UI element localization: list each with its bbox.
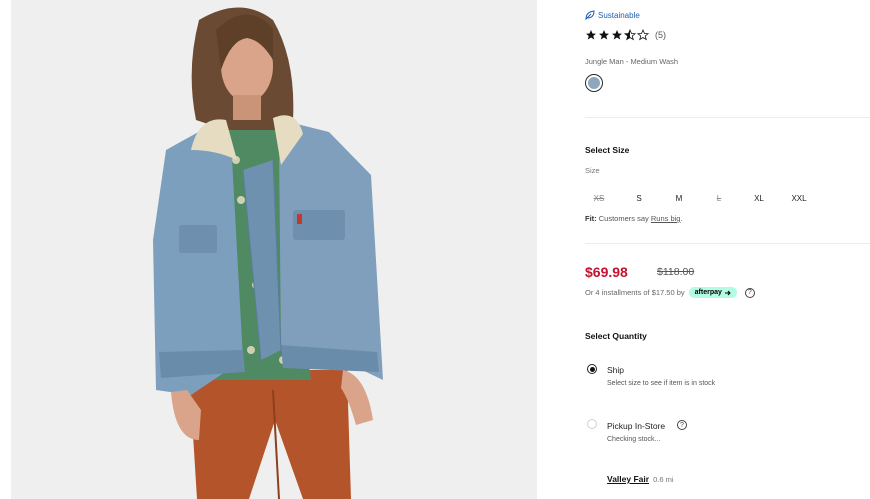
rating[interactable]: (5)	[585, 29, 666, 41]
color-name: Jungle Man - Medium Wash	[585, 57, 679, 66]
size-option-xl[interactable]: XL	[744, 194, 774, 203]
pickup-subtext: Checking stock...	[607, 436, 661, 443]
select-quantity-title: Select Quantity	[585, 331, 647, 341]
runs-big-link[interactable]: Runs big	[651, 214, 681, 223]
size-option-m[interactable]: M	[664, 194, 694, 203]
fit-note: Fit: Customers say Runs big.	[585, 214, 683, 223]
product-image[interactable]	[11, 0, 537, 499]
afterpay-label: afterpay	[694, 289, 722, 296]
store-distance: 0.6 mi	[653, 475, 674, 484]
original-price: $118.00	[657, 266, 695, 278]
star-full-icon	[586, 30, 596, 40]
size-label: Size	[585, 166, 600, 175]
leaf-icon	[585, 10, 595, 20]
star-full-icon	[612, 30, 622, 40]
select-size-title: Select Size	[585, 145, 630, 155]
product-details-panel: Sustainable (5) Jungle Man - Medium Wash…	[585, 0, 870, 499]
afterpay-arrows-icon	[724, 290, 731, 295]
star-half-icon	[624, 29, 636, 41]
color-swatch[interactable]	[585, 74, 603, 92]
size-option-s[interactable]: S	[624, 194, 654, 203]
store-info: Valley Fair 0.6 mi	[607, 469, 674, 487]
pickup-help-icon[interactable]: ?	[677, 420, 687, 430]
pickup-label[interactable]: Pickup In-Store	[607, 421, 665, 431]
review-count[interactable]: (5)	[655, 30, 666, 40]
installments-text: Or 4 installments of $17.50 by	[585, 288, 685, 297]
installments-note: Or 4 installments of $17.50 by afterpay …	[585, 287, 755, 298]
ship-subtext: Select size to see if item is in stock	[607, 380, 716, 387]
sale-price: $69.98	[585, 264, 628, 280]
ship-radio[interactable]	[587, 364, 597, 374]
afterpay-logo[interactable]: afterpay	[688, 287, 737, 298]
star-empty-icon	[637, 29, 649, 41]
sustainable-badge[interactable]: Sustainable	[585, 10, 640, 20]
sustainable-label: Sustainable	[598, 10, 640, 20]
size-option-xs[interactable]: XS	[584, 194, 614, 203]
help-icon[interactable]: ?	[744, 287, 755, 298]
fit-text: Customers say	[598, 214, 649, 223]
store-link[interactable]: Valley Fair	[607, 474, 649, 484]
divider	[585, 243, 870, 244]
pickup-radio[interactable]	[587, 419, 597, 429]
product-photo	[11, 0, 537, 499]
ship-label[interactable]: Ship	[607, 365, 624, 375]
fit-suffix: .	[680, 214, 683, 223]
color-swatch-fill	[588, 77, 600, 89]
star-full-icon	[599, 30, 609, 40]
star-rating	[585, 29, 649, 41]
divider	[585, 117, 870, 118]
fit-prefix: Fit:	[585, 214, 597, 223]
size-option-xxl[interactable]: XXL	[784, 194, 814, 203]
size-option-l[interactable]: L	[704, 194, 734, 203]
